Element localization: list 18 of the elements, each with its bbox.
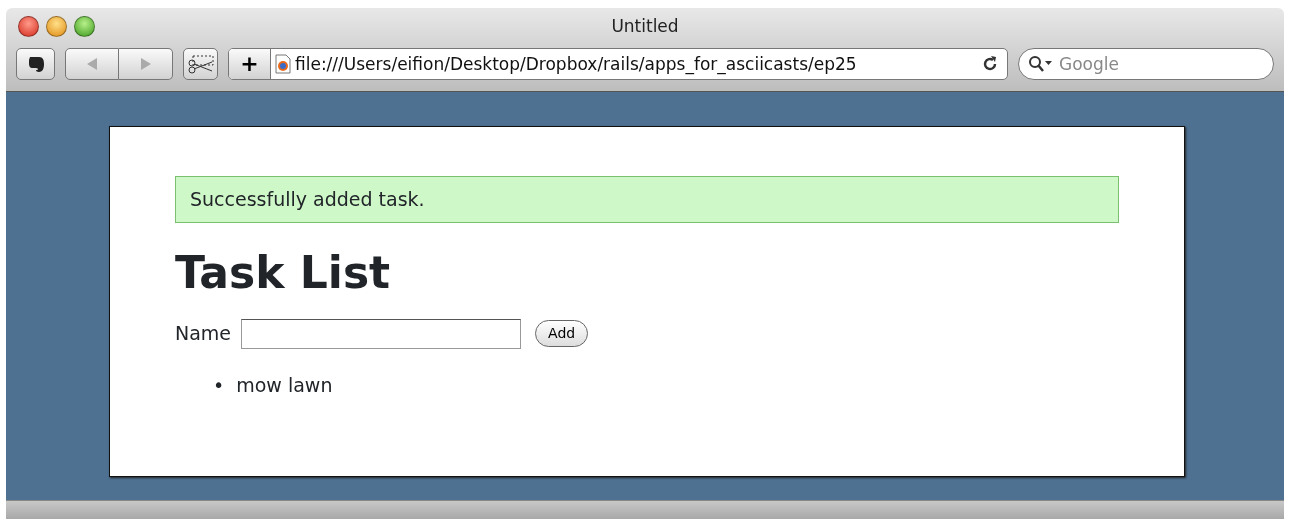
name-label: Name (175, 321, 232, 347)
minimize-button[interactable] (46, 16, 67, 37)
scissors-icon (186, 54, 215, 74)
clip-button[interactable] (183, 48, 218, 80)
back-icon (86, 57, 99, 71)
search-field[interactable]: Google (1018, 48, 1274, 80)
back-button[interactable] (65, 48, 120, 80)
forward-icon (139, 57, 152, 71)
name-field[interactable] (241, 318, 522, 349)
add-button[interactable]: Add (535, 320, 589, 347)
bullet: • (213, 372, 225, 398)
flash-message: Successfully added task. (175, 176, 1119, 223)
window-title: Untitled (611, 16, 679, 36)
page-heading: Task List (175, 250, 392, 295)
zoom-button[interactable] (74, 16, 95, 37)
task-item: mow lawn (236, 372, 333, 398)
close-button[interactable] (18, 16, 39, 37)
forward-button[interactable] (119, 48, 174, 80)
